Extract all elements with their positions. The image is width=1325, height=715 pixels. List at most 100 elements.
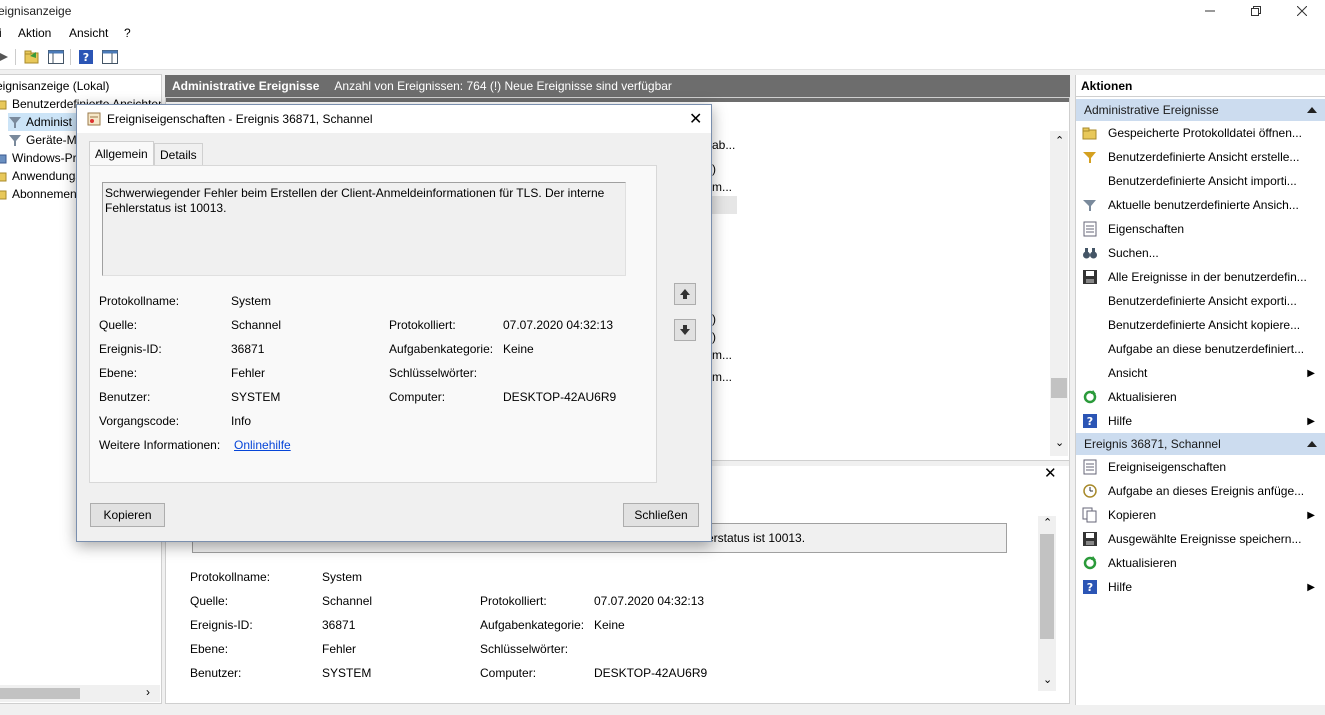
- weitere-info-label: Weitere Informationen:: [99, 438, 221, 452]
- menu-datei[interactable]: i: [0, 26, 2, 40]
- close-button[interactable]: Schließen: [623, 503, 699, 527]
- title-bar: eignisanzeige: [0, 0, 1325, 22]
- forward-arrow-icon: [0, 53, 8, 61]
- action-item[interactable]: Suchen...: [1076, 241, 1325, 265]
- event-list-vscrollbar[interactable]: ⌃ ⌄: [1050, 131, 1068, 456]
- close-window-button[interactable]: [1279, 0, 1325, 22]
- previous-event-button[interactable]: [674, 283, 696, 305]
- action-item[interactable]: ? Hilfe ▶: [1076, 575, 1325, 599]
- tree-item-label: Windows-Pr: [12, 151, 77, 165]
- protokolliert-label: Protokolliert:: [389, 318, 456, 332]
- action-label: Aktuelle benutzerdefinierte Ansich...: [1108, 198, 1299, 212]
- list-fragment: ): [712, 312, 716, 326]
- actions-section-event[interactable]: Ereignis 36871, Schannel: [1076, 433, 1325, 455]
- action-icon-spacer: [1082, 317, 1098, 333]
- tree-item-geraete[interactable]: Geräte-M: [8, 131, 77, 149]
- tree-item-anwendungs[interactable]: Anwendungs: [0, 167, 81, 185]
- minimize-button[interactable]: [1187, 0, 1233, 22]
- action-label: Benutzerdefinierte Ansicht importi...: [1108, 174, 1297, 188]
- action-label: Ausgewählte Ereignisse speichern...: [1108, 532, 1302, 546]
- selected-row-fragment[interactable]: [712, 196, 737, 214]
- action-item[interactable]: Aktuelle benutzerdefinierte Ansich...: [1076, 193, 1325, 217]
- help-toolbar-button[interactable]: ?: [77, 48, 95, 66]
- action-item[interactable]: Benutzerdefinierte Ansicht importi...: [1076, 169, 1325, 193]
- open-folder-button[interactable]: [23, 48, 41, 66]
- detail-benutzer-label: Benutzer:: [190, 666, 242, 680]
- action-item[interactable]: Ereigniseigenschaften: [1076, 455, 1325, 479]
- show-hide-action-pane-button[interactable]: [101, 48, 119, 66]
- menu-help[interactable]: ?: [124, 26, 131, 40]
- copy-button[interactable]: Kopieren: [90, 503, 165, 527]
- action-item[interactable]: Ansicht ▶: [1076, 361, 1325, 385]
- detail-computer-label: Computer:: [480, 666, 537, 680]
- detail-quelle-value: Schannel: [322, 594, 373, 608]
- action-label: Gespeicherte Protokolldatei öffnen...: [1108, 126, 1302, 140]
- show-hide-tree-button[interactable]: [47, 48, 65, 66]
- filter-icon: [8, 115, 22, 129]
- action-label: Aktualisieren: [1108, 390, 1177, 404]
- submenu-arrow-icon: ▶: [1307, 509, 1315, 521]
- toolbar-separator: [15, 49, 16, 65]
- action-item[interactable]: Aufgabe an diese benutzerdefiniert...: [1076, 337, 1325, 361]
- action-item[interactable]: Benutzerdefinierte Ansicht kopiere...: [1076, 313, 1325, 337]
- tree-item-abonnements[interactable]: Abonnemen: [0, 185, 77, 203]
- scroll-up-icon[interactable]: ⌃: [1055, 134, 1064, 147]
- action-item[interactable]: Benutzerdefinierte Ansicht exporti...: [1076, 289, 1325, 313]
- detail-vscroll-thumb[interactable]: [1040, 534, 1054, 639]
- action-item[interactable]: Benutzerdefinierte Ansicht erstelle...: [1076, 145, 1325, 169]
- tab-allgemein[interactable]: Allgemein: [89, 141, 154, 166]
- action-label: Aufgabe an diese benutzerdefiniert...: [1108, 342, 1305, 356]
- restore-button[interactable]: [1233, 0, 1279, 22]
- action-icon-spacer: [1082, 173, 1098, 189]
- folder-icon: [0, 151, 8, 165]
- event-message-box[interactable]: Schwerwiegender Fehler beim Erstellen de…: [102, 182, 626, 276]
- action-label: Aufgabe an dieses Ereignis anfüge...: [1108, 484, 1305, 498]
- tree-hscroll-thumb[interactable]: [0, 688, 80, 699]
- dialog-close-icon[interactable]: ✕: [689, 109, 702, 129]
- action-label: Hilfe: [1108, 580, 1133, 594]
- onlinehilfe-link[interactable]: Onlinehilfe: [234, 438, 291, 452]
- arrow-up-icon: [680, 289, 690, 299]
- tree-item-windows-protokolle[interactable]: Windows-Pr: [0, 149, 77, 167]
- detail-protokollname-label: Protokollname:: [190, 570, 271, 584]
- action-item[interactable]: ? Hilfe ▶: [1076, 409, 1325, 433]
- help-icon: ?: [1082, 579, 1098, 595]
- menu-ansicht[interactable]: Ansicht: [69, 26, 108, 40]
- action-item[interactable]: Ausgewählte Ereignisse speichern...: [1076, 527, 1325, 551]
- action-item[interactable]: Aktualisieren: [1076, 385, 1325, 409]
- action-item[interactable]: Aufgabe an dieses Ereignis anfüge...: [1076, 479, 1325, 503]
- actions-section-administrative[interactable]: Administrative Ereignisse: [1076, 99, 1325, 121]
- forward-button[interactable]: [0, 48, 12, 66]
- action-item[interactable]: Aktualisieren: [1076, 551, 1325, 575]
- next-event-button[interactable]: [674, 319, 696, 341]
- menu-aktion[interactable]: Aktion: [18, 26, 51, 40]
- detail-vscrollbar[interactable]: ⌃ ⌄: [1038, 516, 1056, 691]
- svg-text:?: ?: [83, 51, 89, 64]
- tree-item-administrative[interactable]: Administ: [8, 113, 77, 131]
- action-item[interactable]: Gespeicherte Protokolldatei öffnen...: [1076, 121, 1325, 145]
- close-preview-icon[interactable]: ✕: [1044, 464, 1057, 482]
- quelle-label: Quelle:: [99, 318, 138, 332]
- scroll-up-icon[interactable]: ⌃: [1043, 516, 1052, 529]
- action-item[interactable]: Eigenschaften: [1076, 217, 1325, 241]
- tree-root[interactable]: eignisanzeige (Lokal): [0, 77, 109, 95]
- submenu-arrow-icon: ▶: [1307, 367, 1315, 379]
- action-label: Benutzerdefinierte Ansicht kopiere...: [1108, 318, 1301, 332]
- scroll-down-icon[interactable]: ⌄: [1043, 673, 1052, 686]
- action-item[interactable]: Alle Ereignisse in der benutzerdefin...: [1076, 265, 1325, 289]
- list-fragment: ): [712, 162, 716, 176]
- tab-details[interactable]: Details: [154, 143, 203, 165]
- menu-bar: i Aktion Ansicht ?: [0, 22, 1325, 44]
- scroll-right-icon[interactable]: ›: [146, 685, 150, 699]
- toolbar: ?: [0, 44, 1325, 70]
- center-header: Administrative Ereignisse Anzahl von Ere…: [165, 75, 1070, 97]
- properties-icon: [1082, 221, 1098, 237]
- collapse-up-icon: [1307, 107, 1317, 113]
- action-pane-icon: [102, 50, 118, 64]
- scroll-down-icon[interactable]: ⌄: [1055, 436, 1064, 449]
- actions-pane: Aktionen Administrative Ereignisse Gespe…: [1075, 75, 1325, 705]
- vscroll-thumb[interactable]: [1051, 378, 1067, 398]
- tree-hscrollbar[interactable]: ›: [0, 685, 160, 702]
- action-item[interactable]: Kopieren ▶: [1076, 503, 1325, 527]
- tree-item-label: Anwendungs: [12, 169, 82, 183]
